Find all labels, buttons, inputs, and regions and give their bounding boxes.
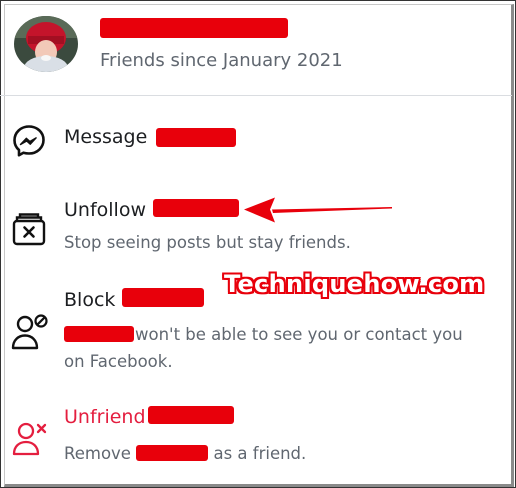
avatar[interactable] bbox=[14, 16, 78, 72]
block-person-icon bbox=[11, 312, 49, 354]
redacted-name bbox=[153, 199, 239, 217]
menu-item-unfriend[interactable]: Unfriend Remove as a friend. bbox=[0, 398, 516, 470]
redacted-name bbox=[148, 406, 234, 424]
unfriend-description: Remove as a friend. bbox=[64, 444, 307, 463]
unfollow-box-icon bbox=[11, 212, 47, 250]
avatar-photo bbox=[14, 16, 78, 72]
block-description: won't be able to see you or contact you … bbox=[64, 325, 463, 371]
redacted-name bbox=[136, 445, 209, 461]
block-label: Block bbox=[64, 289, 116, 311]
unfriend-label: Unfriend bbox=[64, 406, 146, 428]
messenger-icon bbox=[12, 124, 46, 162]
menu-item-message[interactable]: Message bbox=[0, 118, 516, 164]
arrow-annotation-icon bbox=[244, 197, 392, 223]
redacted-name bbox=[156, 128, 236, 147]
unfriend-person-icon bbox=[11, 420, 49, 460]
divider bbox=[0, 95, 512, 96]
profile-header: Friends since January 2021 bbox=[0, 0, 516, 96]
menu-item-block[interactable]: Block won't be able to see you or contac… bbox=[0, 280, 516, 380]
unfollow-description: Stop seeing posts but stay friends. bbox=[64, 233, 351, 252]
friends-since-text: Friends since January 2021 bbox=[100, 50, 343, 71]
unfollow-label: Unfollow bbox=[64, 199, 146, 221]
redacted-name bbox=[100, 18, 288, 38]
message-label: Message bbox=[64, 126, 148, 148]
redacted-name bbox=[122, 288, 204, 307]
menu-item-unfollow[interactable]: Unfollow Stop seeing posts but stay frie… bbox=[0, 190, 516, 258]
